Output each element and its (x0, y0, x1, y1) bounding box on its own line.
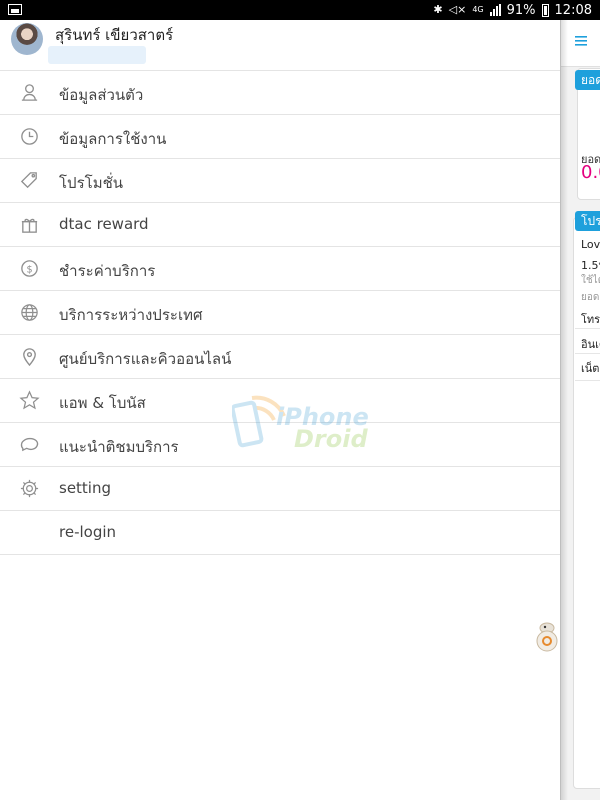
bluetooth-icon: ✱ (433, 3, 443, 16)
menu-item-label: setting (59, 479, 112, 497)
menu-item-promotion[interactable]: โปรโมชั่น (0, 159, 560, 203)
menu-item-label: ชำระค่าบริการ (59, 262, 156, 280)
balance-value: 0.0 (581, 162, 600, 183)
gear-icon (20, 479, 39, 498)
menu-item-label: re-login (59, 523, 117, 541)
menu-item-label: แนะนำติชมบริการ (59, 438, 179, 456)
promo-line: โทรท (581, 313, 600, 326)
menu-item-label: โปรโมชั่น (59, 174, 124, 192)
menu-item-label: แอพ & โบนัส (59, 394, 146, 412)
menu-item-personal-info[interactable]: ข้อมูลส่วนตัว (0, 71, 560, 115)
profile-header[interactable]: สุรินทร์ เขียวสาตร์ (0, 20, 560, 71)
promotion-tag: โปรโ (575, 211, 600, 231)
menu-item-service-center[interactable]: ศูนย์บริการและคิวออนไลน์ (0, 335, 560, 379)
promo-line: 1.5บ (581, 259, 600, 272)
menu-item-relogin[interactable]: re-login (0, 511, 560, 555)
hamburger-menu-icon[interactable] (575, 36, 587, 46)
menu-item-label: dtac reward (59, 215, 149, 233)
network-type: 4G (472, 5, 484, 14)
menu-item-label: ศูนย์บริการและคิวออนไลน์ (59, 350, 232, 368)
menu-item-usage-info[interactable]: ข้อมูลการใช้งาน (0, 115, 560, 159)
gift-icon (21, 218, 38, 233)
balance-tag: ยอด (575, 70, 600, 90)
clock-time: 12:08 (554, 2, 592, 18)
menu-item-dtac-reward[interactable]: dtac reward (0, 203, 560, 247)
floating-robot-icon[interactable] (533, 620, 561, 652)
menu-item-label: ข้อมูลการใช้งาน (59, 130, 167, 148)
tag-icon (20, 172, 37, 189)
status-bar: ✱ ◁× 4G 91% 12:08 (0, 0, 600, 20)
promo-line: เน็ตเ (581, 362, 600, 375)
profile-phone-redacted (48, 46, 146, 64)
battery-icon (541, 3, 549, 17)
menu-item-apps-bonus[interactable]: แอพ & โบนัส (0, 379, 560, 423)
menu-item-pay-bill[interactable]: $ ชำระค่าบริการ (0, 247, 560, 291)
profile-name: สุรินทร์ เขียวสาตร์ (55, 26, 174, 44)
globe-icon (21, 304, 38, 321)
star-icon (19, 390, 40, 410)
menu-item-international[interactable]: บริการระหว่างประเทศ (0, 291, 560, 335)
chat-icon (20, 437, 39, 452)
promo-line: ยอด (581, 292, 600, 303)
menu-item-label: บริการระหว่างประเทศ (59, 306, 203, 324)
clock-icon (21, 128, 38, 145)
promo-line: อินเต (581, 338, 600, 351)
avatar (11, 23, 43, 55)
drawer-shadow (560, 20, 568, 800)
menu-item-feedback[interactable]: แนะนำติชมบริการ (0, 423, 560, 467)
promo-line: ใช้ได้ (581, 275, 600, 286)
svg-text:$: $ (26, 264, 32, 275)
mute-icon: ◁× (448, 3, 467, 16)
navigation-drawer: สุรินทร์ เขียวสาตร์ ข้อมูลส่วนตัว ข้อมูล… (0, 20, 560, 800)
promo-line: Love (581, 238, 600, 251)
location-pin-icon (23, 348, 36, 367)
signal-icon (489, 4, 501, 16)
menu-item-setting[interactable]: setting (0, 467, 560, 511)
gallery-icon (8, 4, 22, 15)
dollar-icon: $ (21, 260, 38, 277)
user-icon (21, 84, 38, 101)
menu-item-label: ข้อมูลส่วนตัว (59, 86, 144, 104)
battery-percent: 91% (506, 2, 536, 18)
